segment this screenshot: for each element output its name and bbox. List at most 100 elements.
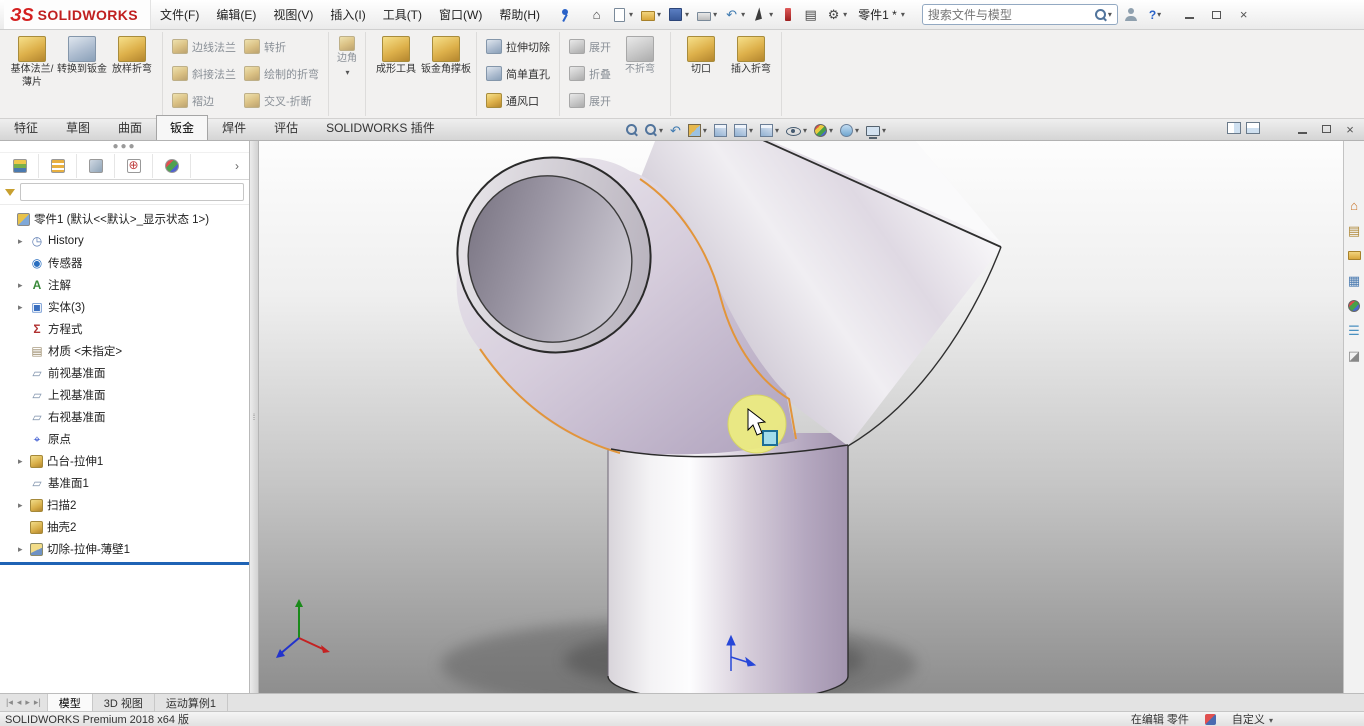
tree-item-top-plane[interactable]: ▱ 上视基准面 bbox=[0, 384, 249, 406]
tree-item-front-plane[interactable]: ▱ 前视基准面 bbox=[0, 362, 249, 384]
tree-item-shell2[interactable]: 抽壳2 bbox=[0, 516, 249, 538]
tree-item-sweep2[interactable]: ▸ 扫描2 bbox=[0, 494, 249, 516]
tab-weldments[interactable]: 焊件 bbox=[208, 115, 260, 140]
doc-close-button[interactable]: × bbox=[1338, 119, 1362, 139]
expander-icon[interactable]: ▸ bbox=[18, 456, 29, 467]
scroll-right-icon[interactable]: ▸ bbox=[25, 697, 30, 708]
rip-button[interactable]: 切口 bbox=[676, 33, 726, 80]
expander-icon[interactable]: ▸ bbox=[18, 500, 29, 511]
xpress-tools-button[interactable] bbox=[777, 4, 798, 25]
chevron-down-icon[interactable]: ▾ bbox=[657, 10, 661, 19]
pin-menu-icon[interactable] bbox=[555, 6, 573, 24]
edge-flange-button[interactable]: 边线法兰 bbox=[168, 33, 240, 60]
base-flange-button[interactable]: 基体法兰/薄片 bbox=[7, 33, 57, 92]
close-button[interactable]: × bbox=[1230, 5, 1257, 25]
chevron-down-icon[interactable]: ▾ bbox=[1108, 10, 1112, 19]
menu-edit[interactable]: 编辑(E) bbox=[208, 2, 264, 27]
tab-solidworks-addins[interactable]: SOLIDWORKS 插件 bbox=[312, 115, 449, 140]
tree-item-history[interactable]: ▸ ◷ History bbox=[0, 230, 249, 252]
tab-motion-study1[interactable]: 运动算例1 bbox=[155, 694, 229, 711]
undo-button[interactable]: ↶ ▾ bbox=[721, 4, 747, 25]
no-bends-button[interactable]: 不折弯 bbox=[615, 33, 665, 80]
tree-item-cut-extrude-thin1[interactable]: ▸ 切除-拉伸-薄壁1 bbox=[0, 538, 249, 560]
zoom-to-fit-button[interactable] bbox=[626, 124, 638, 136]
sketched-bend-button[interactable]: 绘制的折弯 bbox=[240, 60, 323, 87]
zoom-to-area-button[interactable]: ▾ bbox=[645, 124, 663, 136]
lofted-bend-button[interactable]: 放样折弯 bbox=[107, 33, 157, 80]
menu-window[interactable]: 窗口(W) bbox=[431, 2, 490, 27]
tree-root-part[interactable]: 零件1 (默认<<默认>_显示状态 1>) bbox=[0, 208, 249, 230]
tree-item-plane1[interactable]: ▱ 基准面1 bbox=[0, 472, 249, 494]
view-settings-button[interactable]: ▾ bbox=[866, 125, 886, 139]
hem-button[interactable]: 褶边 bbox=[168, 87, 240, 114]
print-button[interactable]: ▾ bbox=[693, 4, 719, 25]
section-view-button[interactable]: ▾ bbox=[687, 123, 707, 137]
appearances-scenes-icon[interactable] bbox=[1346, 297, 1363, 314]
tree-filter-input[interactable] bbox=[20, 183, 244, 201]
split-vertical-icon[interactable] bbox=[1227, 122, 1241, 134]
minimize-button[interactable] bbox=[1176, 5, 1203, 25]
help-button[interactable]: ? ▾ bbox=[1145, 8, 1165, 22]
expander-icon[interactable]: ▸ bbox=[18, 302, 29, 313]
scroll-last-icon[interactable]: ▸| bbox=[34, 697, 41, 708]
panel-tabs-overflow-chevron[interactable]: › bbox=[226, 159, 248, 173]
chevron-down-icon[interactable]: ▾ bbox=[741, 10, 745, 19]
vertical-cylinder[interactable] bbox=[607, 433, 849, 693]
home-button[interactable]: ⌂ bbox=[586, 4, 607, 25]
edit-appearance-button[interactable]: ▾ bbox=[813, 123, 833, 137]
search-input[interactable] bbox=[927, 7, 1095, 22]
chevron-down-icon[interactable]: ▾ bbox=[843, 10, 847, 19]
tree-item-origin[interactable]: ⌖ 原点 bbox=[0, 428, 249, 450]
rollback-bar[interactable] bbox=[0, 562, 249, 565]
menu-insert[interactable]: 插入(I) bbox=[322, 2, 373, 27]
tree-item-annotations[interactable]: ▸ A 注解 bbox=[0, 274, 249, 296]
simple-hole-button[interactable]: 简单直孔 bbox=[482, 60, 554, 87]
flatten-button[interactable]: 展开 bbox=[565, 87, 615, 114]
scroll-left-icon[interactable]: ◂ bbox=[17, 697, 22, 708]
jog-button[interactable]: 转折 bbox=[240, 33, 323, 60]
options-button[interactable]: ⚙ ▾ bbox=[823, 4, 849, 25]
view-palette-icon[interactable]: ▦ bbox=[1346, 272, 1363, 289]
tree-item-boss-extrude1[interactable]: ▸ 凸台-拉伸1 bbox=[0, 450, 249, 472]
expander-icon[interactable]: ▸ bbox=[18, 280, 29, 291]
chevron-down-icon[interactable]: ▾ bbox=[345, 68, 349, 78]
file-properties-button[interactable]: ▤ bbox=[800, 4, 821, 25]
tab-sketch[interactable]: 草图 bbox=[52, 115, 104, 140]
customize-menu[interactable]: 自定义 ▾ bbox=[1232, 711, 1273, 726]
restore-button[interactable] bbox=[1203, 5, 1230, 25]
cross-break-button[interactable]: 交叉-折断 bbox=[240, 87, 323, 114]
corner-button[interactable]: 边角 ▾ bbox=[334, 33, 360, 81]
custom-properties-icon[interactable]: ☰ bbox=[1346, 322, 1363, 339]
chevron-down-icon[interactable]: ▾ bbox=[713, 10, 717, 19]
solidworks-forum-icon[interactable]: ◪ bbox=[1346, 347, 1363, 364]
dynamic-annotation-button[interactable] bbox=[713, 123, 727, 137]
menu-view[interactable]: 视图(V) bbox=[265, 2, 321, 27]
dimxpert-manager-tab[interactable] bbox=[115, 154, 153, 178]
fold-button[interactable]: 折叠 bbox=[565, 60, 615, 87]
tree-item-sensors[interactable]: ◉ 传感器 bbox=[0, 252, 249, 274]
hide-show-items-button[interactable]: ▾ bbox=[785, 125, 807, 136]
tab-sheet-metal[interactable]: 钣金 bbox=[156, 115, 209, 140]
save-button[interactable]: ▾ bbox=[665, 4, 691, 25]
view-orientation-button[interactable]: ▾ bbox=[733, 123, 753, 137]
filter-funnel-icon[interactable] bbox=[5, 188, 15, 196]
extruded-cut-button[interactable]: 拉伸切除 bbox=[482, 33, 554, 60]
tree-item-material[interactable]: ▤ 材质 <未指定> bbox=[0, 340, 249, 362]
property-manager-tab[interactable] bbox=[39, 154, 77, 178]
tab-evaluate[interactable]: 评估 bbox=[260, 115, 312, 140]
chevron-down-icon[interactable]: ▾ bbox=[629, 10, 633, 19]
chevron-down-icon[interactable]: ▾ bbox=[769, 10, 773, 19]
menu-help[interactable]: 帮助(H) bbox=[491, 2, 548, 27]
doc-restore-button[interactable] bbox=[1314, 119, 1338, 139]
doc-minimize-button[interactable] bbox=[1290, 119, 1314, 139]
miter-flange-button[interactable]: 斜接法兰 bbox=[168, 60, 240, 87]
panel-collapse-handle[interactable]: ●●● bbox=[0, 141, 249, 153]
split-horizontal-icon[interactable] bbox=[1246, 122, 1260, 134]
model-canvas[interactable] bbox=[259, 141, 1343, 693]
expander-icon[interactable]: ▸ bbox=[18, 544, 29, 555]
display-style-button[interactable]: ▾ bbox=[759, 123, 779, 137]
tree-item-equations[interactable]: Σ 方程式 bbox=[0, 318, 249, 340]
feature-manager-tab[interactable] bbox=[1, 154, 39, 178]
file-explorer-icon[interactable] bbox=[1346, 247, 1363, 264]
unfold-button[interactable]: 展开 bbox=[565, 33, 615, 60]
